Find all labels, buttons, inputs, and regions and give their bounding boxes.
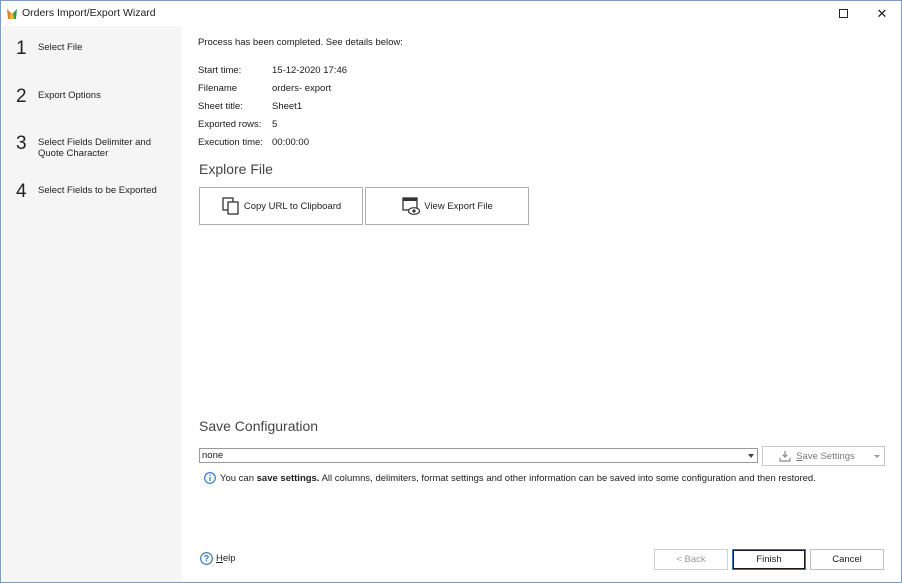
copy-url-label: Copy URL to Clipboard (243, 200, 342, 212)
chevron-down-icon (748, 454, 754, 458)
help-label: Help (216, 553, 236, 564)
info-icon (204, 472, 216, 484)
save-settings-hint: You can save settings. All columns, deli… (204, 472, 816, 484)
step-delimiter[interactable]: 3 Select Fields Delimiter and Quote Char… (16, 134, 173, 159)
download-icon (779, 451, 791, 462)
wizard-steps-sidebar (2, 26, 182, 582)
view-export-file-button[interactable]: View Export File (365, 187, 529, 225)
help-link[interactable]: ? Help (200, 552, 236, 565)
hint-text: You can save settings. All columns, deli… (220, 472, 816, 484)
save-settings-label: Save Settings (796, 450, 855, 462)
step-number: 1 (16, 38, 27, 59)
close-button[interactable]: ✕ (863, 1, 901, 26)
step-number: 3 (16, 133, 27, 154)
configuration-value: none (202, 450, 224, 461)
step-label: Export Options (38, 90, 101, 101)
cancel-label: Cancel (832, 554, 862, 565)
cancel-button[interactable]: Cancel (810, 549, 884, 570)
detail-value: orders- export (272, 83, 332, 94)
step-label: Select Fields to be Exported (38, 185, 157, 196)
detail-value: 5 (272, 119, 278, 130)
wizard-app-icon (7, 9, 17, 19)
window-title: Orders Import/Export Wizard (22, 7, 156, 19)
step-select-file[interactable]: 1 Select File (16, 39, 173, 59)
save-settings-button[interactable]: Save Settings (762, 446, 872, 466)
svg-text:?: ? (204, 554, 210, 564)
status-message: Process has been completed. See details … (198, 37, 403, 48)
detail-key: Sheet title: (198, 101, 243, 112)
maximize-button[interactable] (824, 1, 862, 26)
step-number: 2 (16, 86, 27, 107)
copy-url-button[interactable]: Copy URL to Clipboard (199, 187, 363, 225)
explore-file-heading: Explore File (199, 161, 273, 177)
detail-key: Filename (198, 83, 238, 94)
view-file-label: View Export File (424, 200, 493, 212)
copy-icon (222, 197, 239, 215)
save-configuration-heading: Save Configuration (199, 418, 319, 434)
detail-value: Sheet1 (272, 101, 303, 112)
help-icon: ? (200, 552, 213, 565)
step-export-options[interactable]: 2 Export Options (16, 87, 173, 107)
configuration-select[interactable]: none (199, 448, 758, 463)
detail-key: Start time: (198, 65, 242, 76)
detail-key: Exported rows: (198, 119, 262, 130)
back-button[interactable]: < Back (654, 549, 728, 570)
step-label: Select Fields Delimiter and Quote Charac… (38, 137, 151, 159)
detail-value: 15-12-2020 17:46 (272, 65, 348, 76)
wizard-window: Orders Import/Export Wizard ✕ 1 Select F… (0, 0, 902, 583)
finish-button[interactable]: Finish (732, 549, 806, 570)
view-file-icon (402, 197, 421, 215)
save-settings-dropdown[interactable] (871, 446, 885, 466)
title-bar: Orders Import/Export Wizard ✕ (1, 1, 901, 26)
detail-key: Execution time: (198, 137, 263, 148)
step-fields-exported[interactable]: 4 Select Fields to be Exported (16, 182, 173, 202)
step-label: Select File (38, 42, 83, 53)
close-icon: ✕ (876, 5, 888, 21)
maximize-icon (838, 9, 848, 18)
detail-value: 00:00:00 (272, 137, 309, 148)
step-number: 4 (16, 181, 27, 202)
back-label: < Back (676, 554, 706, 565)
finish-label: Finish (756, 554, 782, 565)
